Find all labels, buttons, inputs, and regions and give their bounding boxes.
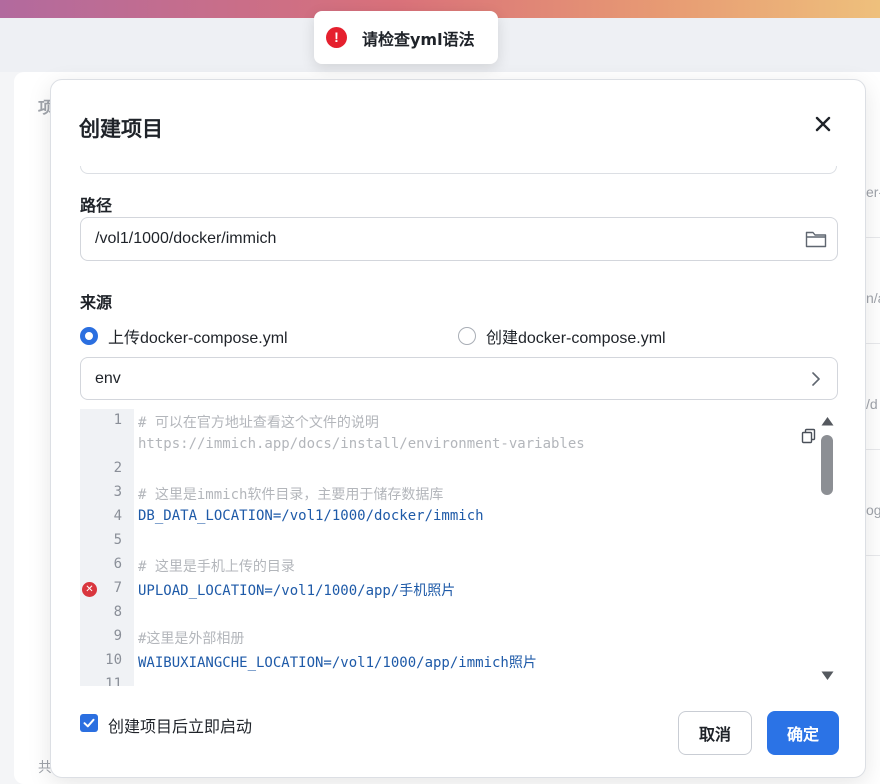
bg-row-fragment: og/: [866, 502, 880, 518]
radio-upload-label[interactable]: 上传docker-compose.yml: [108, 324, 288, 348]
confirm-button[interactable]: 确定: [767, 711, 839, 755]
code-line[interactable]: 8: [80, 601, 810, 625]
bg-row-fragment: /d: [866, 396, 878, 412]
toast-message: 请检查yml语法: [362, 29, 475, 49]
bg-row-fragment: n/a: [866, 290, 880, 306]
code-line[interactable]: 10 WAIBUXIANGCHE_LOCATION=/vol1/1000/app…: [80, 649, 810, 673]
cancel-button[interactable]: 取消: [678, 711, 752, 755]
code-line[interactable]: 3 # 这里是immich软件目录，主要用于储存数据库: [80, 481, 810, 505]
code-text[interactable]: UPLOAD_LOCATION=/vol1/1000/app/手机照片: [138, 580, 455, 600]
env-file-value: env: [95, 369, 121, 387]
previous-field-edge: [80, 166, 837, 174]
line-number: 1: [113, 412, 122, 428]
code-text[interactable]: # 可以在官方地址查看这个文件的说明: [138, 412, 379, 432]
chevron-right-icon: [812, 372, 820, 386]
scroll-down-arrow-icon[interactable]: [821, 671, 834, 681]
source-label: 来源: [80, 293, 113, 312]
line-number: 6: [113, 556, 122, 572]
radio-create[interactable]: [458, 327, 476, 345]
path-input-value: /vol1/1000/docker/immich: [95, 230, 277, 247]
error-icon: !: [326, 27, 347, 48]
folder-icon[interactable]: [805, 229, 827, 249]
code-text[interactable]: # 这里是手机上传的目录: [138, 556, 295, 576]
code-text[interactable]: WAIBUXIANGCHE_LOCATION=/vol1/1000/app/im…: [138, 652, 537, 672]
scrollbar-thumb[interactable]: [821, 435, 833, 495]
code-line[interactable]: https://immich.app/docs/install/environm…: [80, 433, 810, 457]
line-number: 7: [113, 580, 122, 596]
line-number: 10: [105, 652, 122, 668]
line-number: 11: [105, 676, 122, 686]
line-number: 9: [113, 628, 122, 644]
code-line[interactable]: 5: [80, 529, 810, 553]
path-label: 路径: [80, 196, 113, 215]
code-line[interactable]: 2: [80, 457, 810, 481]
scroll-up-arrow-icon[interactable]: [821, 416, 834, 426]
line-number: 5: [113, 532, 122, 548]
code-line[interactable]: 6 # 这里是手机上传的目录: [80, 553, 810, 577]
code-text[interactable]: #这里是外部相册: [138, 628, 244, 648]
line-number: 3: [113, 484, 122, 500]
error-toast: ! 请检查yml语法: [314, 11, 498, 64]
check-icon: [83, 718, 95, 728]
yml-code-editor[interactable]: 1 # 可以在官方地址查看这个文件的说明 https://immich.app/…: [80, 409, 838, 686]
code-text[interactable]: DB_DATA_LOCATION=/vol1/1000/docker/immic…: [138, 508, 484, 524]
bg-row-fragment: er-: [866, 184, 880, 200]
code-text[interactable]: https://immich.app/docs/install/environm…: [138, 436, 585, 452]
line-number: 2: [113, 460, 122, 476]
code-line-error[interactable]: ✕ 7 UPLOAD_LOCATION=/vol1/1000/app/手机照片: [80, 577, 810, 601]
close-button[interactable]: [811, 112, 835, 136]
code-line[interactable]: 9 #这里是外部相册: [80, 625, 810, 649]
code-line[interactable]: 4 DB_DATA_LOCATION=/vol1/1000/docker/imm…: [80, 505, 810, 529]
line-number: 4: [113, 508, 122, 524]
create-project-dialog: 创建项目 路径 /vol1/1000/docker/immich 来源 上传do…: [50, 79, 866, 778]
close-icon[interactable]: [811, 112, 835, 136]
code-line[interactable]: 1 # 可以在官方地址查看这个文件的说明: [80, 409, 810, 433]
path-input[interactable]: /vol1/1000/docker/immich: [80, 217, 838, 261]
editor-scrollbar[interactable]: [817, 409, 838, 686]
autostart-label[interactable]: 创建项目后立即启动: [108, 713, 252, 737]
env-file-selector[interactable]: env: [80, 357, 838, 400]
source-option-create[interactable]: 创建docker-compose.yml: [458, 324, 666, 348]
source-option-upload[interactable]: 上传docker-compose.yml: [80, 324, 288, 348]
autostart-checkbox[interactable]: [80, 714, 98, 732]
line-number: 8: [113, 604, 122, 620]
copy-icon[interactable]: [800, 427, 818, 445]
code-line[interactable]: 11: [80, 673, 810, 686]
dialog-title: 创建项目: [79, 117, 163, 141]
radio-create-label[interactable]: 创建docker-compose.yml: [486, 324, 666, 348]
code-text[interactable]: # 这里是immich软件目录，主要用于储存数据库: [138, 484, 443, 504]
radio-upload[interactable]: [80, 327, 98, 345]
